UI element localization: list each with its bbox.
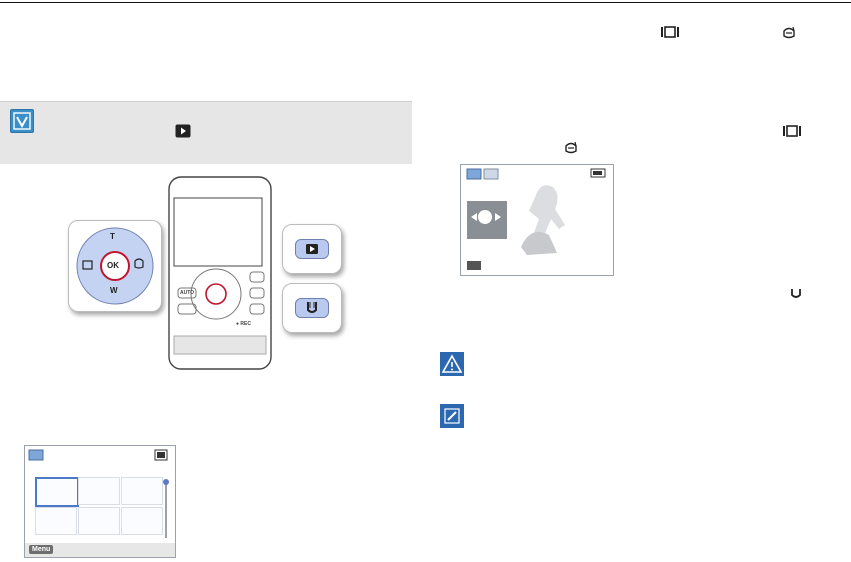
warning-icon: [440, 352, 464, 376]
device-rec-label: ● REC: [236, 321, 251, 327]
pencil-note-icon: [440, 404, 464, 428]
play-button[interactable]: [295, 239, 329, 259]
u-button[interactable]: [295, 298, 329, 318]
dpad-ok-label: OK: [107, 261, 119, 270]
thumbnail-1[interactable]: [35, 477, 79, 507]
thumbnail-4[interactable]: [35, 507, 77, 535]
single-view-icon: [660, 25, 680, 39]
tip-box: [0, 101, 412, 164]
play-icon: [306, 244, 318, 254]
thumbnail-screen: Menu: [24, 445, 176, 558]
thumbnail-6[interactable]: [121, 507, 163, 535]
camcorder-illustration: [168, 176, 272, 370]
diver-mask-icon: [564, 140, 578, 156]
playback-screen-art: [466, 168, 606, 270]
play-button-callout: [282, 224, 342, 274]
u-button-icon: [307, 302, 317, 313]
playback-screen: [460, 164, 614, 276]
u-button-icon: [789, 287, 803, 301]
play-icon: [175, 124, 191, 138]
thumbnail-5[interactable]: [78, 507, 120, 535]
u-button-callout: [282, 283, 342, 333]
thumbnail-3[interactable]: [121, 477, 163, 505]
thumbnail-2[interactable]: [78, 477, 120, 505]
top-rule: [0, 2, 851, 3]
dpad-wide-label: W: [110, 286, 118, 295]
single-view-icon: [782, 124, 802, 138]
diver-mask-icon: [782, 25, 796, 41]
menu-button[interactable]: Menu: [29, 545, 54, 554]
dpad-tele-label: T: [110, 232, 115, 241]
check-note-icon: [10, 109, 34, 133]
device-auto-label: AUTO: [180, 290, 195, 296]
